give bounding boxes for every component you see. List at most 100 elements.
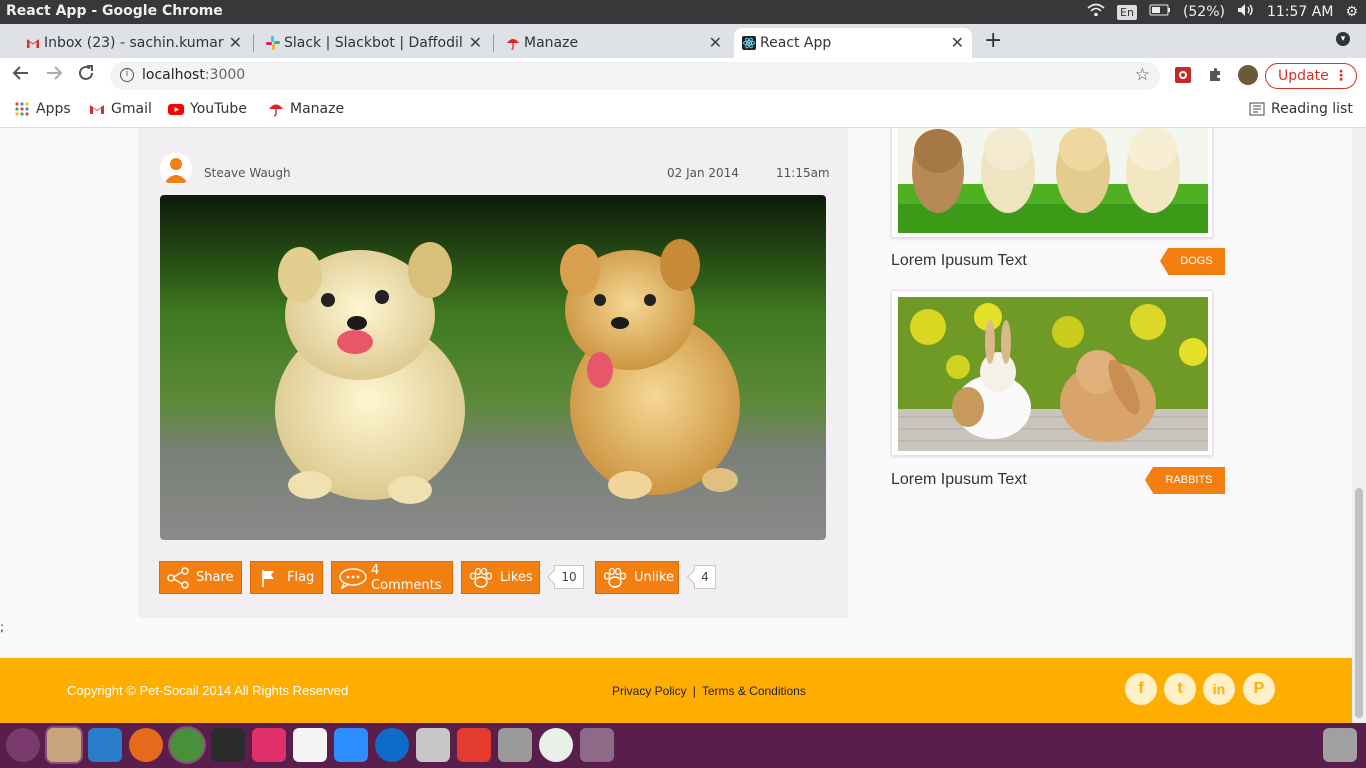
firefox-icon[interactable] <box>129 728 163 762</box>
profile-avatar[interactable] <box>1238 65 1258 85</box>
extensions-puzzle-icon[interactable] <box>1207 67 1223 83</box>
extension-red-icon[interactable] <box>1175 67 1191 83</box>
tab-strip: Inbox (23) - sachin.kumar ✕ Slack | Slac… <box>0 24 1366 58</box>
footer-links: Privacy Policy | Terms & Conditions <box>612 684 806 698</box>
mongodb-compass-icon[interactable] <box>539 728 573 762</box>
comments-button[interactable]: 4 Comments <box>331 561 453 594</box>
reload-icon[interactable] <box>77 64 95 87</box>
forward-arrow-icon[interactable] <box>45 64 63 87</box>
gmail-icon <box>89 101 105 117</box>
volume-icon[interactable] <box>1237 3 1255 21</box>
pinterest-icon[interactable]: P <box>1243 673 1275 705</box>
clock[interactable]: 11:57 AM <box>1267 4 1333 20</box>
more-vertical-icon: ⋮ <box>1334 68 1348 84</box>
bookmark-gmail[interactable]: Gmail <box>89 101 152 117</box>
flag-icon <box>262 569 274 587</box>
chrome-icon[interactable] <box>170 728 204 762</box>
trash-icon[interactable] <box>1323 728 1357 762</box>
unlike-button[interactable]: Unlike <box>595 561 679 594</box>
rabbits-photo <box>898 297 1208 451</box>
close-icon[interactable]: ✕ <box>951 33 964 52</box>
back-arrow-icon[interactable] <box>12 64 30 87</box>
zoom-icon[interactable] <box>334 728 368 762</box>
apps-grid-icon <box>14 101 30 117</box>
ringcentral-icon[interactable] <box>293 728 327 762</box>
browser-toolbar: i localhost:3000 ☆ Update ⋮ <box>0 58 1366 94</box>
close-icon[interactable]: ✕ <box>709 33 722 52</box>
umbrella-icon <box>506 36 520 50</box>
page-content: Steave Waugh 02 Jan 2014 11:15am Share F… <box>0 128 1352 723</box>
settings-gear-icon[interactable]: ⚙ <box>1345 4 1358 20</box>
close-icon[interactable]: ✕ <box>229 33 242 52</box>
post-author[interactable]: Steave Waugh <box>204 166 291 180</box>
likes-button[interactable]: Likes <box>461 561 540 594</box>
twitter-icon[interactable]: t <box>1164 673 1196 705</box>
tag-dogs[interactable]: DOGS <box>1160 248 1225 275</box>
git-app-icon[interactable] <box>457 728 491 762</box>
vscode-icon[interactable] <box>88 728 122 762</box>
ubuntu-logo-icon[interactable] <box>6 728 40 762</box>
bookmark-apps[interactable]: Apps <box>14 101 71 117</box>
address-bar[interactable]: i localhost:3000 ☆ <box>110 62 1160 90</box>
tab-search-icon[interactable]: ▾ <box>1336 32 1350 46</box>
comment-bubble-icon <box>339 567 367 589</box>
post-date: 02 Jan 2014 <box>667 166 739 180</box>
teamviewer-icon[interactable] <box>375 728 409 762</box>
privacy-policy-link[interactable]: Privacy Policy <box>612 684 687 698</box>
bookmark-youtube[interactable]: YouTube <box>168 101 247 117</box>
tab-title: Slack | Slackbot | Daffodil <box>284 35 463 51</box>
drive-icon[interactable] <box>416 728 450 762</box>
tab-manaze[interactable]: Manaze ✕ <box>498 28 730 58</box>
post-time: 11:15am <box>776 166 830 180</box>
facebook-icon[interactable]: f <box>1125 673 1157 705</box>
user-avatar-icon[interactable] <box>160 153 192 185</box>
copyright-text: Copyright © Pet-Socail 2014 All Rights R… <box>67 683 349 698</box>
url-text: localhost:3000 <box>142 67 246 83</box>
gmail-icon <box>26 36 40 50</box>
reading-list-button[interactable]: Reading list <box>1249 101 1353 117</box>
stray-text: ; <box>0 620 5 634</box>
unlike-count: 4 <box>694 565 716 589</box>
keyboard-language[interactable]: En <box>1117 4 1137 20</box>
files-icon[interactable] <box>47 728 81 762</box>
flickr-app-icon[interactable] <box>252 728 286 762</box>
tab-slack[interactable]: Slack | Slackbot | Daffodil ✕ <box>258 28 490 58</box>
info-icon[interactable]: i <box>120 68 134 82</box>
card-title[interactable]: Lorem Ipusum Text <box>891 471 1027 489</box>
update-button[interactable]: Update ⋮ <box>1265 63 1357 89</box>
wifi-icon[interactable] <box>1087 3 1105 21</box>
tab-divider <box>253 34 254 52</box>
scrollbar-thumb[interactable] <box>1355 488 1363 718</box>
page-scrollbar[interactable] <box>1352 128 1366 723</box>
paw-icon <box>603 567 627 588</box>
likes-count: 10 <box>554 565 584 589</box>
tab-react-app[interactable]: React App ✕ <box>734 28 972 58</box>
bookmark-star-icon[interactable]: ☆ <box>1135 65 1150 85</box>
window-title: React App - Google Chrome <box>6 3 223 19</box>
camera-icon[interactable] <box>498 728 532 762</box>
linkedin-icon[interactable]: in <box>1203 673 1235 705</box>
card-title[interactable]: Lorem Ipusum Text <box>891 252 1027 270</box>
sidebar-card-dogs[interactable] <box>891 128 1213 238</box>
tab-title: Inbox (23) - sachin.kumar <box>44 35 224 51</box>
terminal-icon[interactable] <box>211 728 245 762</box>
reading-list-icon <box>1249 101 1265 117</box>
sidebar-card-rabbits[interactable] <box>891 290 1213 456</box>
flag-button[interactable]: Flag <box>250 561 323 594</box>
screenshot-app-icon[interactable] <box>580 728 614 762</box>
share-icon <box>167 566 189 589</box>
tab-gmail[interactable]: Inbox (23) - sachin.kumar ✕ <box>18 28 250 58</box>
system-tray: En (52%) 11:57 AM ⚙ <box>1087 3 1358 21</box>
tab-title: Manaze <box>524 35 579 51</box>
os-dock <box>0 723 1366 768</box>
dogs-photo <box>898 128 1208 233</box>
battery-percent: (52%) <box>1182 4 1225 20</box>
tag-rabbits[interactable]: RABBITS <box>1145 467 1225 494</box>
share-button[interactable]: Share <box>159 561 242 594</box>
new-tab-button[interactable]: + <box>984 28 1002 53</box>
close-icon[interactable]: ✕ <box>469 33 482 52</box>
bookmark-manaze[interactable]: Manaze <box>268 101 344 117</box>
terms-link[interactable]: Terms & Conditions <box>702 684 806 698</box>
post-card: Steave Waugh 02 Jan 2014 11:15am Share F… <box>138 128 848 618</box>
battery-icon[interactable] <box>1149 4 1171 20</box>
